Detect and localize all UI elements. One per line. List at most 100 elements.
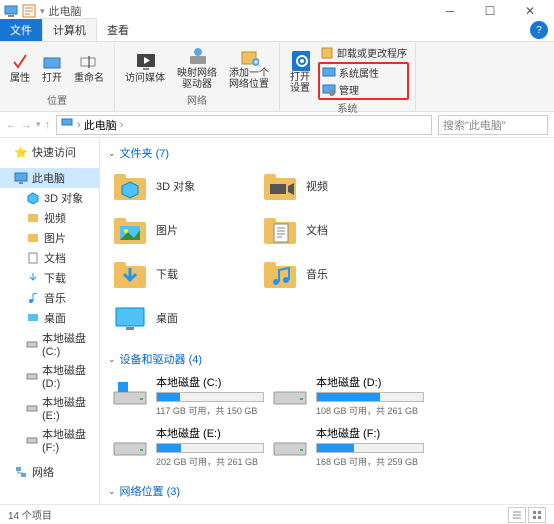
tree-quick-access[interactable]: ⭐快速访问 (0, 142, 99, 162)
folder-documents[interactable]: 文档 (258, 208, 408, 252)
computer-icon (61, 117, 73, 132)
media-icon (135, 52, 155, 72)
drive-icon (26, 337, 38, 351)
tree-videos[interactable]: 视频 (0, 208, 99, 228)
section-netloc-header[interactable]: ⌄网络位置 (3) (108, 480, 546, 502)
ribbon: 属性 打开 重命名 位置 访问媒体 映射网络 驱动器 (0, 42, 554, 112)
folder-downloads[interactable]: 下载 (108, 252, 258, 296)
drive-item[interactable]: 本地磁盘 (D:) 108 GB 可用，共 261 GB (268, 370, 428, 421)
drive-icon (112, 374, 148, 410)
address-box[interactable]: › 此电脑 › (56, 115, 432, 135)
tab-computer[interactable]: 计算机 (42, 18, 97, 41)
drive-name: 本地磁盘 (C:) (156, 374, 264, 390)
help-button[interactable]: ? (530, 21, 548, 39)
drive-item[interactable]: 本地磁盘 (C:) 117 GB 可用，共 150 GB (108, 370, 268, 421)
tree-disk-c[interactable]: 本地磁盘 (C:) (0, 328, 99, 360)
folder-music[interactable]: 音乐 (258, 252, 408, 296)
maximize-button[interactable]: ☐ (470, 0, 510, 22)
content-pane: ⌄文件夹 (7) 3D 对象 视频 图片 文档 (100, 138, 554, 504)
details-view-button[interactable] (508, 507, 526, 523)
document-icon (26, 251, 40, 265)
manage-icon (322, 83, 336, 97)
minimize-button[interactable]: ─ (430, 0, 470, 22)
tree-3d-objects[interactable]: 3D 对象 (0, 188, 99, 208)
qat-dropdown-icon[interactable]: ▾ (40, 6, 45, 17)
section-drives-header[interactable]: ⌄设备和驱动器 (4) (108, 348, 546, 370)
drive-name: 本地磁盘 (E:) (156, 425, 264, 441)
access-media-button[interactable]: 访问媒体 (121, 50, 169, 86)
system-properties-button[interactable]: 系统属性 (320, 64, 407, 81)
folder-desktop[interactable]: 桌面 (108, 296, 258, 340)
download-icon (112, 256, 148, 292)
addressbar: ← → ▾ ↑ › 此电脑 › 搜索"此电脑" (0, 112, 554, 138)
ribbon-group-network: 访问媒体 映射网络 驱动器 添加一个 网络位置 网络 (115, 42, 280, 111)
document-icon (262, 212, 298, 248)
drive-free-text: 108 GB 可用，共 261 GB (316, 404, 424, 417)
tab-file[interactable]: 文件 (0, 19, 42, 41)
properties-button[interactable]: 属性 (6, 50, 34, 86)
window-title: 此电脑 (49, 3, 82, 19)
open-icon (42, 52, 62, 72)
folder-3d-objects[interactable]: 3D 对象 (108, 164, 258, 208)
drive-capacity-bar (316, 392, 424, 402)
drive-icon (26, 369, 38, 383)
tree-documents[interactable]: 文档 (0, 248, 99, 268)
video-icon (26, 211, 40, 225)
tree-disk-d[interactable]: 本地磁盘 (D:) (0, 360, 99, 392)
properties-icon[interactable] (22, 4, 36, 18)
open-button[interactable]: 打开 (38, 50, 66, 86)
tree-desktop[interactable]: 桌面 (0, 308, 99, 328)
manage-button[interactable]: 管理 (320, 81, 407, 98)
section-folders-header[interactable]: ⌄文件夹 (7) (108, 142, 546, 164)
back-button[interactable]: ← (6, 119, 17, 131)
statusbar: 14 个项目 (0, 504, 554, 524)
history-dropdown[interactable]: ▾ (36, 119, 41, 131)
picture-icon (26, 231, 40, 245)
map-drive-button[interactable]: 映射网络 驱动器 (173, 45, 221, 92)
highlight-box: 系统属性 管理 (318, 62, 409, 100)
map-drive-icon (187, 47, 207, 67)
drive-name: 本地磁盘 (F:) (316, 425, 424, 441)
folder-pictures[interactable]: 图片 (108, 208, 258, 252)
close-button[interactable]: ✕ (510, 0, 550, 22)
star-icon: ⭐ (14, 145, 28, 159)
video-icon (262, 168, 298, 204)
tree-this-pc[interactable]: 此电脑 (0, 168, 99, 188)
drive-name: 本地磁盘 (D:) (316, 374, 424, 390)
drive-free-text: 168 GB 可用，共 259 GB (316, 455, 424, 468)
tree-disk-e[interactable]: 本地磁盘 (E:) (0, 392, 99, 424)
up-button[interactable]: ↑ (45, 119, 51, 131)
drive-item[interactable]: 本地磁盘 (F:) 168 GB 可用，共 259 GB (268, 421, 428, 472)
picture-icon (112, 212, 148, 248)
drive-capacity-bar (156, 443, 264, 453)
item-count: 14 个项目 (8, 507, 52, 522)
forward-button[interactable]: → (21, 119, 32, 131)
open-settings-button[interactable]: 打开 设置 (286, 49, 314, 96)
uninstall-icon (320, 46, 334, 60)
add-location-button[interactable]: 添加一个 网络位置 (225, 45, 273, 92)
cube-icon (26, 191, 40, 205)
checkmark-icon (10, 52, 30, 72)
computer-icon (4, 4, 18, 18)
tree-disk-f[interactable]: 本地磁盘 (F:) (0, 424, 99, 456)
tree-network[interactable]: 网络 (0, 462, 99, 482)
music-icon (262, 256, 298, 292)
search-box[interactable]: 搜索"此电脑" (438, 115, 548, 135)
rename-button[interactable]: 重命名 (70, 50, 108, 86)
tree-music[interactable]: 音乐 (0, 288, 99, 308)
tree-downloads[interactable]: 下载 (0, 268, 99, 288)
computer-icon (14, 171, 28, 185)
folder-videos[interactable]: 视频 (258, 164, 408, 208)
add-location-icon (239, 47, 259, 67)
uninstall-button[interactable]: 卸载或更改程序 (318, 44, 409, 61)
nav-tree: ⭐快速访问 此电脑 3D 对象 视频 图片 文档 下载 音乐 桌面 本地磁盘 (… (0, 138, 100, 504)
music-icon (26, 291, 40, 305)
settings-icon (290, 51, 310, 71)
large-icons-view-button[interactable] (528, 507, 546, 523)
drive-free-text: 117 GB 可用，共 150 GB (156, 404, 264, 417)
drive-item[interactable]: 本地磁盘 (E:) 202 GB 可用，共 261 GB (108, 421, 268, 472)
tree-pictures[interactable]: 图片 (0, 228, 99, 248)
ribbon-group-system: 打开 设置 卸载或更改程序 系统属性 管理 (280, 42, 416, 111)
tab-view[interactable]: 查看 (97, 19, 139, 41)
drive-capacity-bar (316, 443, 424, 453)
